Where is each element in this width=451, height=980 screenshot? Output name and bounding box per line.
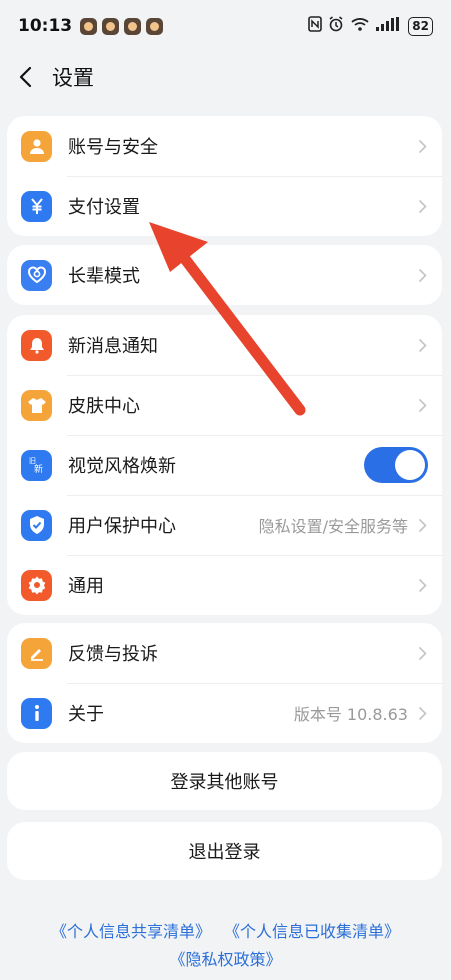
settings-item-about[interactable]: 关于 版本号 10.8.63 — [7, 683, 442, 743]
gear-icon — [21, 569, 52, 601]
chevron-right-icon — [418, 138, 428, 154]
settings-item-value: 版本号 10.8.63 — [293, 705, 408, 724]
settings-item-label: 皮肤中心 — [68, 396, 140, 417]
settings-item-label: 关于 — [68, 704, 104, 725]
settings-item-label: 支付设置 — [68, 197, 140, 218]
battery-icon: 82 — [408, 16, 433, 36]
title-bar: 设置 — [0, 52, 451, 102]
svg-text:旧: 旧 — [29, 457, 36, 465]
toggle-knob — [395, 450, 425, 480]
visual-style-toggle[interactable] — [364, 447, 428, 483]
settings-item-label: 用户保护中心 — [68, 516, 176, 537]
notification-app-icon — [80, 17, 98, 35]
settings-item-label: 账号与安全 — [68, 137, 158, 158]
settings-group-account: 账号与安全 支付设置 — [7, 116, 442, 236]
settings-item-user-protection[interactable]: 用户保护中心 隐私设置/安全服务等 — [7, 495, 442, 555]
switch-account-button[interactable]: 登录其他账号 — [7, 752, 442, 810]
chevron-right-icon — [418, 645, 428, 661]
notification-app-icon — [102, 17, 120, 35]
chevron-right-icon — [418, 397, 428, 413]
status-time: 10:13 — [18, 16, 73, 36]
chevron-right-icon — [418, 705, 428, 721]
yuan-icon — [21, 190, 52, 222]
back-arrow-icon[interactable] — [14, 66, 36, 88]
shirt-icon — [21, 389, 52, 421]
edit-icon — [21, 637, 52, 669]
chevron-right-icon — [418, 267, 428, 283]
settings-item-skin-center[interactable]: 皮肤中心 — [7, 375, 442, 435]
settings-item-account-security[interactable]: 账号与安全 — [7, 116, 442, 176]
settings-item-label: 长辈模式 — [68, 266, 140, 287]
chevron-right-icon — [418, 517, 428, 533]
alarm-icon — [328, 16, 344, 36]
settings-item-value: 隐私设置/安全服务等 — [258, 517, 408, 536]
svg-text:新: 新 — [34, 463, 43, 475]
privacy-link-row: 《隐私权政策》 — [0, 946, 451, 970]
settings-item-feedback[interactable]: 反馈与投诉 — [7, 623, 442, 683]
chevron-right-icon — [418, 198, 428, 214]
heart-icon — [21, 259, 52, 291]
privacy-policy-link[interactable]: 《隐私权政策》 — [169, 950, 281, 969]
signal-icon — [376, 17, 402, 35]
settings-item-elder-mode[interactable]: 长辈模式 — [7, 245, 442, 305]
settings-item-notifications[interactable]: 新消息通知 — [7, 315, 442, 375]
notification-app-icon — [146, 17, 164, 35]
page-title: 设置 — [52, 66, 94, 90]
settings-item-visual-style[interactable]: 旧新 视觉风格焕新 — [7, 435, 442, 495]
bell-icon — [21, 329, 52, 361]
shared-info-link[interactable]: 《个人信息共享清单》 — [51, 922, 211, 941]
settings-item-label: 通用 — [68, 576, 104, 597]
wifi-icon — [350, 16, 370, 36]
new-style-icon: 旧新 — [21, 449, 52, 481]
nfc-icon — [308, 16, 323, 36]
chevron-right-icon — [418, 337, 428, 353]
settings-group-general: 新消息通知 皮肤中心 旧新 视觉风格焕新 用户保护中心 隐私设置/安全服务等 通… — [7, 315, 442, 615]
info-icon — [21, 697, 52, 729]
settings-item-general[interactable]: 通用 — [7, 555, 442, 615]
settings-group-about: 反馈与投诉 关于 版本号 10.8.63 — [7, 623, 442, 743]
settings-group-elder: 长辈模式 — [7, 245, 442, 305]
chevron-right-icon — [418, 577, 428, 593]
settings-item-label: 视觉风格焕新 — [68, 456, 176, 477]
settings-item-payment[interactable]: 支付设置 — [7, 176, 442, 236]
logout-button[interactable]: 退出登录 — [7, 822, 442, 880]
policy-links-row: 《个人信息共享清单》 《个人信息已收集清单》 — [0, 918, 451, 942]
user-icon — [21, 130, 52, 162]
status-bar: 10:13 82 — [0, 0, 451, 52]
settings-item-label: 反馈与投诉 — [68, 644, 158, 665]
shield-icon — [21, 509, 52, 541]
notification-app-icon — [124, 17, 142, 35]
collected-info-link[interactable]: 《个人信息已收集清单》 — [224, 922, 400, 941]
settings-item-label: 新消息通知 — [68, 336, 158, 357]
